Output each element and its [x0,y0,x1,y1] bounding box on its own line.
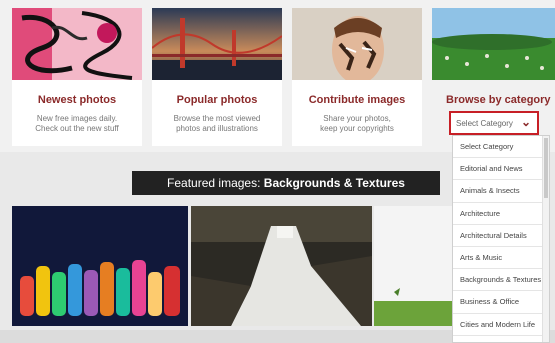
dropdown-scrollbar[interactable] [542,136,549,342]
contribute-thumbnail[interactable] [292,8,422,80]
category-select[interactable]: Select Category ⌄ [449,111,539,135]
card-description: Browse the most viewed photos and illust… [158,114,276,134]
newest-thumbnail[interactable] [12,8,142,80]
desc-line: keep your copyrights [320,124,394,133]
select-value: Select Category [456,119,513,128]
category-dropdown-list[interactable]: Select Category Editorial and News Anima… [452,135,550,343]
desc-line: photos and illustrations [176,124,258,133]
scrollbar-thumb[interactable] [544,138,548,198]
featured-category[interactable]: Backgrounds & Textures [264,176,405,190]
featured-prefix: Featured images: [167,176,261,190]
card-description: New free images daily. Check out the new… [18,114,136,134]
card-title[interactable]: Newest photos [12,94,142,106]
desc-line: Check out the new stuff [35,124,119,133]
desc-line: Share your photos, [323,114,391,123]
photo-waterfall[interactable] [191,206,372,326]
dropdown-option[interactable]: Select Category [453,136,549,159]
chevron-down-icon: ⌄ [520,115,531,129]
photo-hands[interactable] [12,206,188,326]
dropdown-option[interactable]: Editorial and News [453,158,549,181]
dropdown-option[interactable]: Business & Office [453,291,549,314]
browse-by-category-title: Browse by category [446,94,551,106]
card-popular[interactable]: Popular photos Browse the most viewed ph… [152,8,282,146]
card-title[interactable]: Contribute images [292,94,422,106]
dropdown-option[interactable]: Backgrounds & Textures [453,269,549,292]
dropdown-option[interactable]: Animals & Insects [453,180,549,203]
featured-banner: Featured images: Backgrounds & Textures [132,171,440,195]
browse-thumbnail[interactable] [432,8,555,80]
dropdown-option[interactable]: Cities and Modern Life [453,314,549,336]
card-description: Share your photos, keep your copyrights [298,114,416,134]
dropdown-option[interactable]: Architectural Details [453,225,549,247]
photo-meadow[interactable] [374,206,454,326]
desc-line: New free images daily. [36,114,118,123]
dropdown-option[interactable]: Architecture [453,203,549,225]
card-contribute[interactable]: Contribute images Share your photos, kee… [292,8,422,146]
card-newest[interactable]: Newest photos New free images daily. Che… [12,8,142,146]
desc-line: Browse the most viewed [173,114,261,123]
dropdown-option[interactable]: Arts & Music [453,247,549,270]
card-title[interactable]: Popular photos [152,94,282,106]
popular-thumbnail[interactable] [152,8,282,80]
